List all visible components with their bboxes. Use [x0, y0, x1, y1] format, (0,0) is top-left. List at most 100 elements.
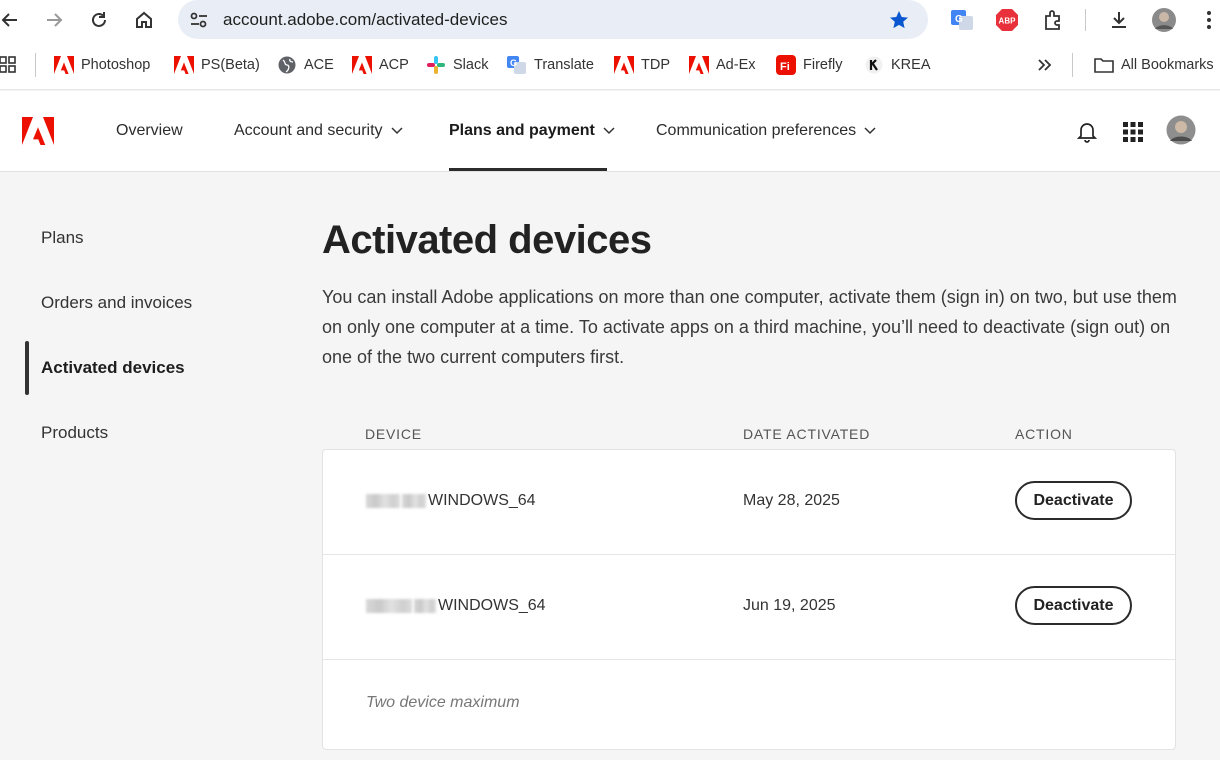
nav-plans-payment-label: Plans and payment [449, 122, 595, 139]
bookmark-divider [1072, 53, 1073, 77]
extensions-icon[interactable] [1040, 7, 1066, 33]
firefly-icon: Fi [776, 55, 796, 75]
svg-text:Fi: Fi [780, 61, 790, 73]
svg-text:G: G [955, 14, 963, 25]
device-os: WINDOWS_64 [428, 492, 536, 509]
bookmark-acp[interactable]: ACP [352, 53, 409, 77]
bookmarks-bar: Photoshop PS(Beta) ACE ACP Slack G Trans… [0, 40, 1220, 90]
folder-icon [1094, 55, 1114, 75]
downloads-icon[interactable] [1106, 7, 1132, 33]
page-title: Activated devices [322, 218, 652, 262]
sidebar-active-indicator [25, 341, 29, 395]
globe-icon [277, 55, 297, 75]
adobe-icon [352, 55, 372, 75]
adobe-logo-icon[interactable] [22, 117, 54, 150]
bookmark-label: TDP [641, 57, 670, 73]
bookmark-label: ACE [304, 57, 334, 73]
device-limit-note: Two device maximum [366, 694, 520, 711]
more-bookmarks-icon[interactable] [1036, 53, 1052, 77]
bookmark-label: Ad-Ex [716, 57, 756, 73]
all-bookmarks-label: All Bookmarks [1121, 57, 1214, 73]
column-header-device: DEVICE [365, 426, 422, 442]
device-name: WINDOWS_64 [366, 492, 536, 510]
bookmark-label: ACP [379, 57, 409, 73]
redacted-text [366, 599, 412, 613]
user-avatar[interactable] [1166, 115, 1196, 145]
nav-communication[interactable]: Communication preferences [656, 122, 876, 140]
chevron-down-icon [603, 122, 615, 140]
page-description: You can install Adobe applications on mo… [322, 287, 1177, 367]
back-icon[interactable] [0, 6, 24, 34]
table-row: WINDOWS_64 Jun 19, 2025 Deactivate [323, 555, 1175, 660]
active-nav-indicator [449, 168, 607, 171]
bookmark-label: KREA [891, 57, 931, 73]
adobe-icon [689, 55, 709, 75]
app-switcher-grid-icon[interactable] [1120, 119, 1146, 145]
date-activated: May 28, 2025 [743, 492, 840, 509]
bookmark-star-icon[interactable] [888, 9, 910, 36]
notifications-bell-icon[interactable] [1074, 119, 1100, 145]
bookmark-ps-beta[interactable]: PS(Beta) [174, 53, 260, 77]
deactivate-button[interactable]: Deactivate [1015, 586, 1132, 625]
adblock-label: ABP [999, 17, 1017, 26]
bookmark-tdp[interactable]: TDP [614, 53, 670, 77]
sidebar-item-activated-devices[interactable]: Activated devices [41, 358, 185, 378]
bookmark-ad-ex[interactable]: Ad-Ex [689, 53, 756, 77]
table-row: WINDOWS_64 May 28, 2025 Deactivate [323, 450, 1175, 555]
url-text: account.adobe.com/activated-devices [223, 10, 508, 29]
column-header-action: ACTION [1015, 426, 1073, 442]
nav-account-security-label: Account and security [234, 122, 383, 139]
bookmark-divider [35, 53, 36, 77]
bookmark-label: Slack [453, 57, 489, 73]
redacted-text [414, 599, 436, 613]
bookmark-firefly[interactable]: Fi Firefly [776, 53, 842, 77]
adobe-icon [174, 55, 194, 75]
address-bar[interactable]: account.adobe.com/activated-devices [178, 0, 928, 39]
device-os: WINDOWS_64 [438, 597, 546, 614]
adobe-icon [54, 55, 74, 75]
adobe-header: Overview Account and security Plans and … [0, 91, 1220, 172]
adobe-icon [614, 55, 634, 75]
site-settings-icon[interactable] [188, 9, 210, 36]
home-icon[interactable] [130, 6, 158, 34]
nav-communication-label: Communication preferences [656, 122, 857, 139]
bookmark-label: Firefly [803, 57, 843, 73]
bookmark-slack[interactable]: Slack [426, 53, 488, 77]
bookmark-krea[interactable]: KREA [864, 53, 931, 77]
krea-icon [864, 55, 884, 75]
nav-plans-payment[interactable]: Plans and payment [449, 122, 615, 140]
sidebar-item-orders-invoices[interactable]: Orders and invoices [41, 293, 192, 313]
sidebar-item-plans[interactable]: Plans [41, 228, 84, 248]
adblock-plus-icon[interactable]: ABP [994, 7, 1020, 33]
slack-icon [426, 55, 446, 75]
translate-icon: G [507, 55, 527, 75]
bookmark-label: PS(Beta) [201, 57, 260, 73]
apps-grid-icon[interactable] [0, 53, 16, 77]
bookmark-photoshop[interactable]: Photoshop [54, 53, 150, 77]
device-name: WINDOWS_64 [366, 597, 546, 615]
bookmark-label: Translate [534, 57, 594, 73]
deactivate-button[interactable]: Deactivate [1015, 481, 1132, 520]
devices-table: WINDOWS_64 May 28, 2025 Deactivate WINDO… [322, 449, 1176, 750]
column-header-date: DATE ACTIVATED [743, 426, 871, 442]
nav-account-security[interactable]: Account and security [234, 122, 403, 140]
bookmark-ace[interactable]: ACE [277, 53, 334, 77]
date-activated: Jun 19, 2025 [743, 597, 836, 614]
reload-icon[interactable] [85, 6, 113, 34]
sidebar-item-products[interactable]: Products [41, 423, 108, 443]
nav-overview[interactable]: Overview [116, 122, 183, 140]
toolbar-divider [1085, 9, 1086, 31]
google-translate-icon[interactable]: G [949, 7, 975, 33]
chevron-down-icon [391, 122, 403, 140]
svg-text:G: G [510, 58, 517, 68]
profile-avatar[interactable] [1151, 7, 1177, 33]
forward-icon[interactable] [40, 6, 68, 34]
all-bookmarks-button[interactable]: All Bookmarks [1094, 53, 1214, 77]
redacted-text [366, 494, 400, 508]
nav-overview-label: Overview [116, 122, 183, 139]
chevron-down-icon [864, 122, 876, 140]
redacted-text [402, 494, 426, 508]
bookmark-translate[interactable]: G Translate [507, 53, 594, 77]
browser-menu-icon[interactable] [1196, 7, 1220, 33]
browser-toolbar: account.adobe.com/activated-devices G AB… [0, 0, 1220, 40]
